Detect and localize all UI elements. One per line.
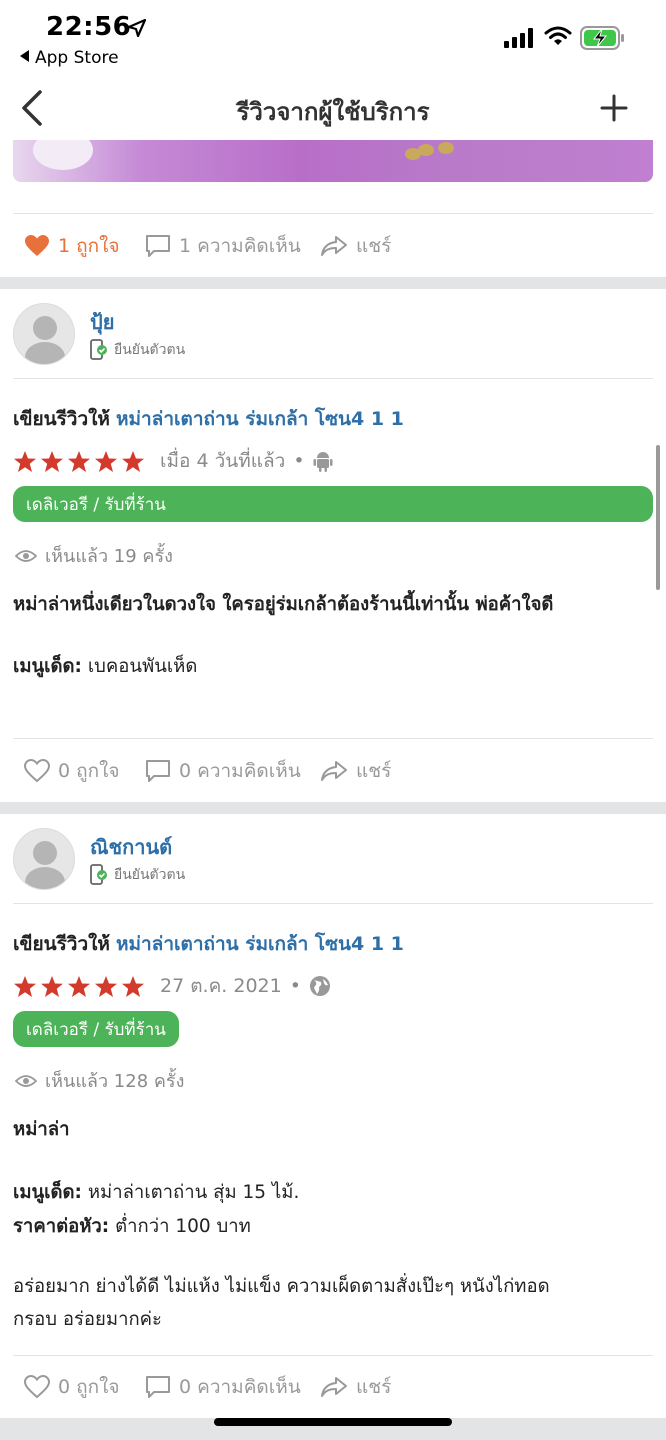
comment-button[interactable]: 0 ความคิดเห็น [145, 1367, 301, 1407]
review-comment-line: อร่อยมาก ย่างได้ดี ไม่แห้ง ไม่แข็ง ความเ… [13, 1276, 550, 1297]
service-tag: เดลิเวอรี / รับที่ร้าน [13, 1011, 179, 1047]
section-gap [0, 277, 666, 289]
status-time: 22:56 [46, 12, 132, 42]
reviewer-name[interactable]: ปุ้ย [90, 306, 114, 338]
verified-phone-icon [90, 339, 107, 360]
back-to-app-store[interactable]: App Store [20, 48, 119, 68]
review-target: เขียนรีวิวให้ หม่าล่าเตาถ่าน ร่มเกล้า โซน… [13, 933, 404, 955]
review-target: เขียนรีวิวให้ หม่าล่าเตาถ่าน ร่มเกล้า โซน… [13, 408, 404, 430]
avatar[interactable] [13, 303, 75, 365]
comment-icon [146, 760, 170, 782]
eye-icon [15, 549, 37, 562]
avatar[interactable] [13, 828, 75, 890]
scroll-indicator[interactable] [656, 445, 660, 590]
heart-filled-icon [25, 235, 49, 256]
location-arrow-icon [127, 18, 147, 38]
battery-charging-icon [580, 26, 624, 50]
share-button[interactable]: แชร์ [320, 751, 391, 791]
star-icon [122, 975, 144, 997]
comment-icon [146, 235, 170, 257]
verified-phone-icon [90, 864, 107, 885]
review-time: 27 ต.ค. 2021 • [160, 971, 331, 1001]
divider [13, 738, 653, 739]
star-icon [14, 450, 36, 472]
view-count: เห็นแล้ว 128 ครั้ง [15, 1066, 184, 1095]
share-arrow-icon [321, 236, 347, 256]
menu-highlight: เมนูเด็ด: เบคอนพันเห็ด [13, 656, 198, 677]
star-icon [41, 975, 63, 997]
home-indicator[interactable] [214, 1418, 452, 1426]
like-button[interactable]: 0 ถูกใจ [24, 751, 120, 791]
price-per-person: ราคาต่อหัว: ต่ำกว่า 100 บาท [13, 1216, 251, 1237]
previous-review-actions: 1 ถูกใจ 1 ความคิดเห็น แชร์ [0, 226, 666, 266]
comment-icon [146, 1376, 170, 1398]
status-bar: 22:56 App Store [0, 0, 666, 80]
star-icon [122, 450, 144, 472]
share-arrow-icon [321, 761, 347, 781]
heart-outline-icon [24, 759, 50, 783]
comment-button[interactable]: 1 ความคิดเห็น [145, 226, 301, 266]
verified-badge: ยืนยันตัวตน [90, 864, 185, 886]
page-title: รีวิวจากผู้ใช้บริการ [236, 98, 430, 126]
divider [13, 213, 653, 214]
like-button[interactable]: 0 ถูกใจ [24, 1367, 120, 1407]
reviewer-name[interactable]: ณิชกานต์ [90, 831, 172, 863]
divider [13, 903, 653, 904]
share-button[interactable]: แชร์ [320, 1367, 391, 1407]
section-gap [0, 802, 666, 814]
review-photo[interactable] [13, 140, 653, 182]
menu-highlight: เมนูเด็ด: หม่าล่าเตาถ่าน สุ่ม 15 ไม้. [13, 1182, 300, 1203]
back-triangle-icon [20, 50, 29, 62]
eye-icon [15, 1074, 37, 1087]
share-button[interactable]: แชร์ [320, 226, 391, 266]
star-icon [68, 450, 90, 472]
divider [13, 378, 653, 379]
navigation-bar: รีวิวจากผู้ใช้บริการ [0, 80, 666, 136]
star-icon [14, 975, 36, 997]
review-time: เมื่อ 4 วันที่แล้ว • [160, 446, 333, 476]
review-headline: หม่าล่าหนึ่งเดียวในดวงใจ ใครอยู่ร่มเกล้า… [13, 594, 554, 615]
review-actions: 0 ถูกใจ 0 ความคิดเห็น แชร์ [0, 1367, 666, 1407]
review-actions: 0 ถูกใจ 0 ความคิดเห็น แชร์ [0, 751, 666, 791]
review-comment-line: กรอบ อร่อยมากค่ะ [13, 1309, 162, 1330]
like-button[interactable]: 1 ถูกใจ [24, 226, 120, 266]
verified-badge: ยืนยันตัวตน [90, 339, 185, 361]
star-icon [68, 975, 90, 997]
star-icon [41, 450, 63, 472]
star-icon [95, 975, 117, 997]
star-icon [95, 450, 117, 472]
rating-row: 27 ต.ค. 2021 • [13, 971, 331, 1001]
review-headline: หม่าล่า [13, 1119, 70, 1140]
globe-icon [309, 976, 330, 996]
share-arrow-icon [321, 1377, 347, 1397]
divider [13, 1355, 653, 1356]
heart-outline-icon [24, 1375, 50, 1399]
android-icon [313, 452, 333, 472]
wifi-icon [544, 26, 572, 45]
service-tag: เดลิเวอรี / รับที่ร้าน [13, 486, 653, 522]
place-link[interactable]: หม่าล่าเตาถ่าน ร่มเกล้า โซน4 1 1 [116, 408, 404, 430]
rating-row: เมื่อ 4 วันที่แล้ว • [13, 446, 333, 476]
add-review-icon[interactable] [598, 92, 630, 124]
place-link[interactable]: หม่าล่าเตาถ่าน ร่มเกล้า โซน4 1 1 [116, 933, 404, 955]
view-count: เห็นแล้ว 19 ครั้ง [15, 541, 173, 570]
cellular-signal-icon [504, 28, 533, 48]
comment-button[interactable]: 0 ความคิดเห็น [145, 751, 301, 791]
